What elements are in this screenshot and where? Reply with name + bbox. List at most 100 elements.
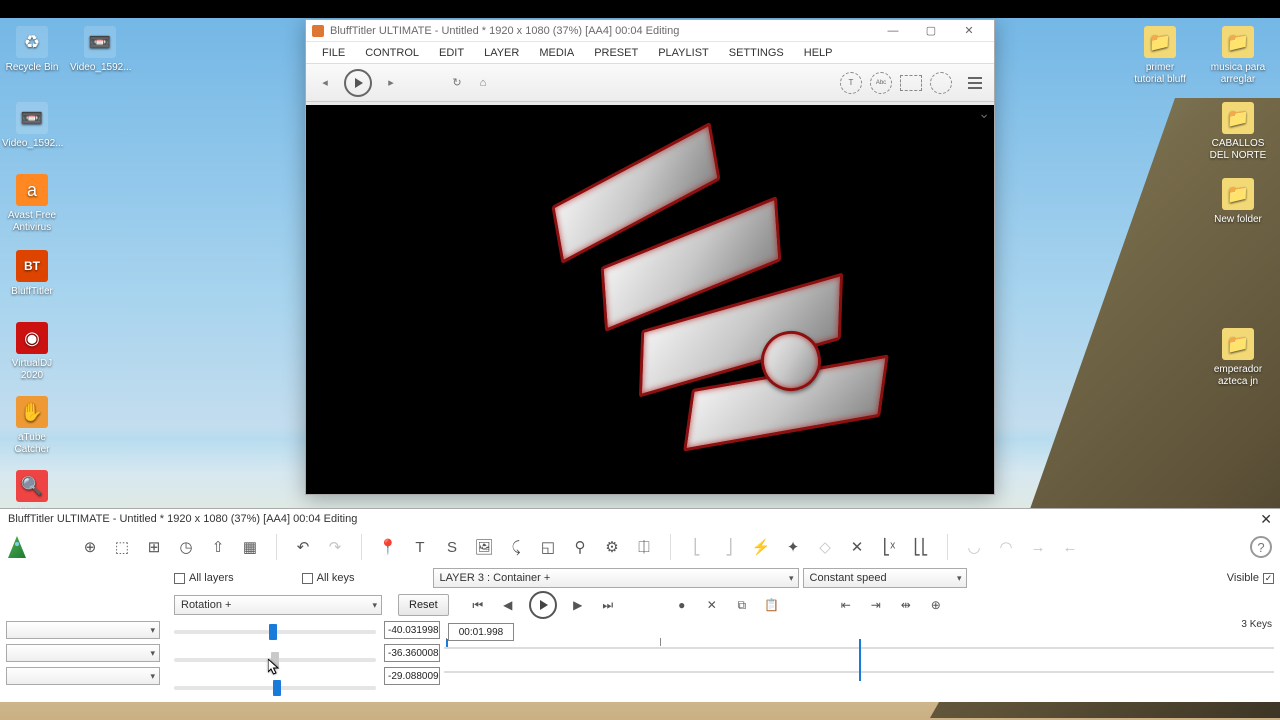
menu-edit[interactable]: EDIT xyxy=(429,47,474,59)
desktop-icon[interactable]: ✋aTube Catcher xyxy=(2,396,62,456)
selection-text-icon[interactable]: T xyxy=(840,72,862,94)
desktop-icon[interactable]: 📼Video_1592... xyxy=(2,102,62,150)
link-icon[interactable]: ⚲ xyxy=(566,533,594,561)
bezier-icon[interactable]: ⤹ xyxy=(502,533,530,561)
copy-key-button[interactable]: ⧉ xyxy=(732,595,752,615)
all-layers-checkbox[interactable]: All layers xyxy=(174,572,234,584)
tool-icon[interactable]: ⎣ˣ xyxy=(875,533,903,561)
add-button[interactable]: ⊕ xyxy=(76,533,104,561)
desktop-icon[interactable]: BTBluffTitler xyxy=(2,250,62,298)
music-icon: 🔍 xyxy=(16,470,48,502)
step-fwd-button[interactable]: ▶ xyxy=(568,595,588,615)
value-z-input[interactable]: -29.088009 xyxy=(384,667,440,685)
layer-dropdown[interactable]: LAYER 3 : Container +▾ xyxy=(433,568,799,588)
open-button[interactable]: ⬚ xyxy=(108,533,136,561)
tool-icon[interactable]: ✕ xyxy=(843,533,871,561)
desktop-icon[interactable]: aAvast Free Antivirus xyxy=(2,174,62,234)
menu-control[interactable]: CONTROL xyxy=(355,47,429,59)
reset-button[interactable]: Reset xyxy=(398,594,449,616)
menu-file[interactable]: FILE xyxy=(312,47,355,59)
value-x-input[interactable]: -40.031998 xyxy=(384,621,440,639)
selection-rect-icon[interactable] xyxy=(900,75,922,91)
slider-thumb[interactable] xyxy=(271,652,279,668)
close-button[interactable]: ✕ xyxy=(950,21,988,41)
gears-icon[interactable]: ⚙ xyxy=(598,533,626,561)
tool-icon[interactable]: ⚡ xyxy=(747,533,775,561)
desktop-icon[interactable]: 📁primer tutorial bluff xyxy=(1130,26,1190,86)
recycle-bin-icon: ♻ xyxy=(16,26,48,58)
menu-layer[interactable]: LAYER xyxy=(474,47,529,59)
viewport[interactable]: ⌄ xyxy=(306,102,994,494)
panel-close-button[interactable]: ✕ xyxy=(1260,511,1272,528)
export-button[interactable]: ⇧ xyxy=(204,533,232,561)
desktop-icon[interactable]: 📁CABALLOS DEL NORTE xyxy=(1208,102,1268,162)
desktop-icon[interactable]: 📁New folder xyxy=(1208,178,1268,226)
disabled-tool-icon: ◡ xyxy=(960,533,988,561)
film-button[interactable]: ▦ xyxy=(236,533,264,561)
home-button[interactable]: ⌂ xyxy=(470,70,496,96)
slider-thumb[interactable] xyxy=(273,680,281,696)
desktop-icon[interactable]: ◉VirtualDJ 2020 xyxy=(2,322,62,382)
selection-abc-icon[interactable]: Abc xyxy=(870,72,892,94)
record-button[interactable]: ● xyxy=(672,595,692,615)
menu-preset[interactable]: PRESET xyxy=(584,47,648,59)
menu-settings[interactable]: SETTINGS xyxy=(719,47,794,59)
pin-icon[interactable]: 📍 xyxy=(374,533,402,561)
slider-y[interactable] xyxy=(174,658,376,662)
cube-icon[interactable]: ◱ xyxy=(534,533,562,561)
key-nav-button[interactable]: ⇥ xyxy=(866,595,886,615)
extra-dropdown[interactable]: ▾ xyxy=(6,667,160,685)
step-back-button[interactable]: ◀ xyxy=(498,595,518,615)
play-button[interactable] xyxy=(344,69,372,97)
tool-icon[interactable]: ⎣⎣ xyxy=(907,533,935,561)
paste-key-button[interactable]: 📋 xyxy=(762,595,782,615)
viewport-dropdown-icon[interactable]: ⌄ xyxy=(978,105,990,122)
help-button[interactable]: ? xyxy=(1250,536,1272,558)
clock-button[interactable]: ◷ xyxy=(172,533,200,561)
extra-dropdown[interactable]: ▾ xyxy=(6,621,160,639)
key-nav-button[interactable]: ⇹ xyxy=(896,595,916,615)
visible-checkbox[interactable]: Visible✓ xyxy=(1227,572,1274,584)
all-keys-checkbox[interactable]: All keys xyxy=(302,572,355,584)
time-input[interactable]: 00:01.998 xyxy=(448,623,514,641)
maximize-button[interactable]: ▢ xyxy=(912,21,950,41)
desktop-icon[interactable]: 📁musica para arreglar xyxy=(1208,26,1268,86)
timeline[interactable]: 00:01.998 3 Keys xyxy=(444,619,1274,700)
folder-icon: 📁 xyxy=(1222,328,1254,360)
value-y-input[interactable]: -36.360008 xyxy=(384,644,440,662)
play-button[interactable] xyxy=(529,591,557,619)
image-icon[interactable]: 🖼 xyxy=(470,533,498,561)
speed-dropdown[interactable]: Constant speed▾ xyxy=(803,568,967,588)
property-dropdown[interactable]: Rotation +▾ xyxy=(174,595,382,615)
delete-key-button[interactable]: ✕ xyxy=(702,595,722,615)
layout-button[interactable]: ⊞ xyxy=(140,533,168,561)
titlebar[interactable]: BluffTitler ULTIMATE - Untitled * 1920 x… xyxy=(306,20,994,42)
minimize-button[interactable]: ― xyxy=(874,21,912,41)
menu-help[interactable]: HELP xyxy=(794,47,843,59)
text-icon[interactable]: T xyxy=(406,533,434,561)
desktop-icon[interactable]: 📁emperador azteca jn xyxy=(1208,328,1268,388)
chevron-down-icon: ▾ xyxy=(150,625,155,636)
prev-button[interactable]: ◂ xyxy=(312,70,338,96)
refresh-button[interactable]: ↻ xyxy=(444,70,470,96)
key-nav-button[interactable]: ⊕ xyxy=(926,595,946,615)
hamburger-menu[interactable] xyxy=(962,70,988,96)
selection-circle-icon[interactable] xyxy=(930,72,952,94)
undo-button[interactable]: ↶ xyxy=(289,533,317,561)
align-icon[interactable]: ⎅ xyxy=(630,533,658,561)
next-button[interactable]: ▸ xyxy=(378,70,404,96)
desktop-icon[interactable]: 📼Video_1592... xyxy=(70,26,130,74)
key-nav-button[interactable]: ⇤ xyxy=(836,595,856,615)
menu-playlist[interactable]: PLAYLIST xyxy=(648,47,719,59)
tool-icon[interactable]: ✦ xyxy=(779,533,807,561)
desktop-icon[interactable]: ♻Recycle Bin xyxy=(2,26,62,74)
menu-media[interactable]: MEDIA xyxy=(529,47,584,59)
go-end-button[interactable]: ⏭ xyxy=(598,595,618,615)
slider-x[interactable] xyxy=(174,630,376,634)
go-start-button[interactable]: ⏮ xyxy=(468,595,488,615)
window-title: BluffTitler ULTIMATE - Untitled * 1920 x… xyxy=(330,25,874,37)
slider-z[interactable] xyxy=(174,686,376,690)
slider-thumb[interactable] xyxy=(269,624,277,640)
extra-dropdown[interactable]: ▾ xyxy=(6,644,160,662)
style-icon[interactable]: S xyxy=(438,533,466,561)
